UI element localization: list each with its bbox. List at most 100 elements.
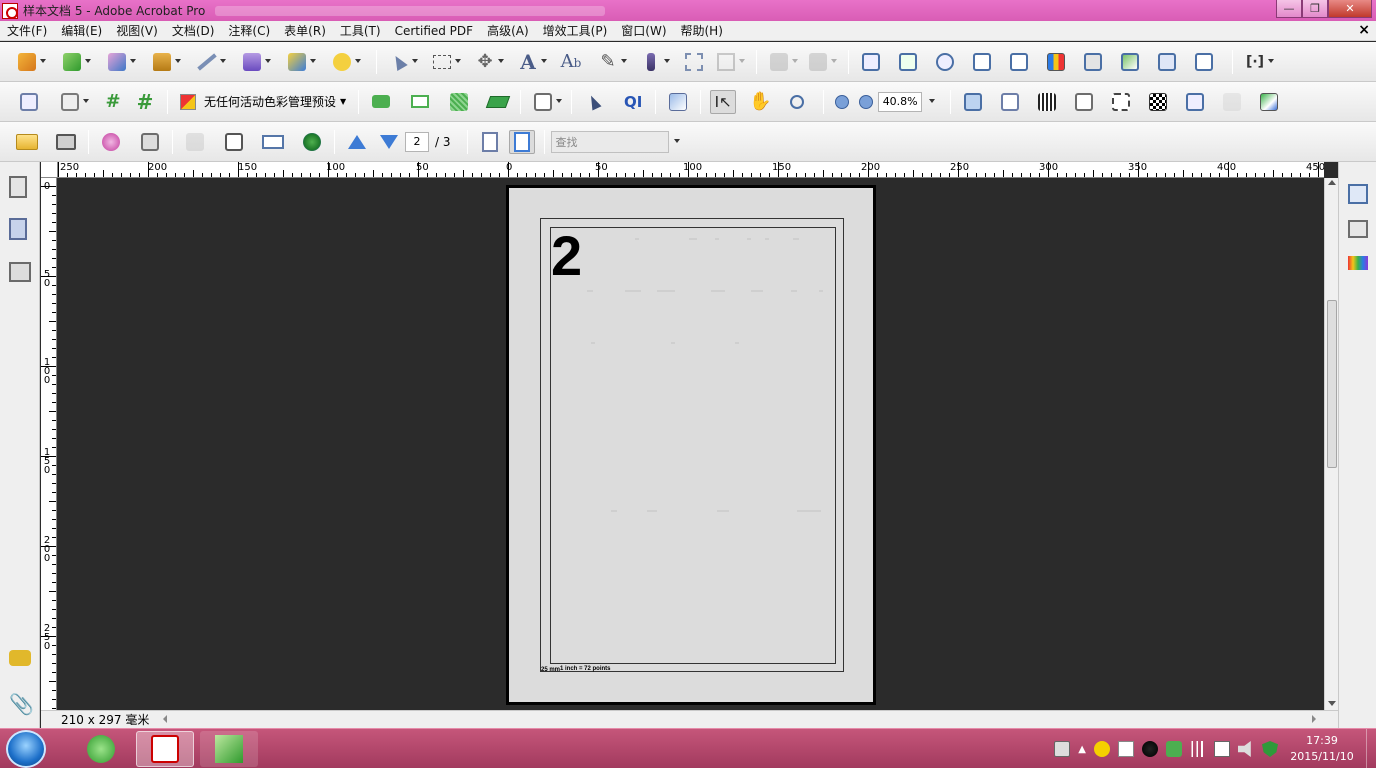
- volume-icon[interactable]: [1238, 741, 1251, 757]
- combine-files-button[interactable]: [59, 50, 91, 74]
- zoom-level-input[interactable]: 40.8%: [878, 91, 923, 112]
- vertical-scrollbar[interactable]: [1324, 178, 1338, 710]
- select-tool-button[interactable]: [581, 90, 607, 114]
- warning-button[interactable]: [1191, 50, 1217, 74]
- network-status-icon[interactable]: [1166, 741, 1182, 757]
- texture-button[interactable]: [446, 90, 472, 114]
- menu-certified-pdf[interactable]: Certified PDF: [388, 24, 481, 38]
- preview-button[interactable]: [858, 50, 884, 74]
- tray-app-icon[interactable]: [1118, 741, 1134, 757]
- start-button[interactable]: [6, 729, 46, 768]
- scroll-up-icon[interactable]: [1328, 180, 1336, 185]
- taskbar-acrobat[interactable]: [136, 730, 194, 767]
- expand-toolbar-button[interactable]: [·]: [1242, 50, 1274, 74]
- maximize-button[interactable]: ❐: [1302, 0, 1328, 18]
- show-desktop-button[interactable]: [1366, 729, 1376, 768]
- rotate-left-button[interactable]: [766, 50, 798, 74]
- email-button[interactable]: [98, 130, 124, 154]
- keyboard-icon[interactable]: [1054, 741, 1071, 757]
- crop-tool[interactable]: [681, 50, 707, 74]
- signatures-icon[interactable]: [9, 262, 31, 282]
- scrolling-mode-button[interactable]: [477, 130, 503, 154]
- bookmarks-icon[interactable]: [9, 218, 27, 240]
- upload-button[interactable]: [299, 130, 325, 154]
- color-bars-button[interactable]: [1043, 50, 1069, 74]
- printer-marks-button[interactable]: #: [132, 90, 158, 114]
- move-tool[interactable]: ✥: [472, 50, 504, 74]
- zoom-in-button[interactable]: [857, 90, 875, 114]
- create-pdf-button[interactable]: [14, 50, 46, 74]
- zoom-dropdown[interactable]: [925, 90, 937, 114]
- object-edit-tool[interactable]: ✎: [595, 50, 627, 74]
- document-viewport[interactable]: 2 1 inch = 72 points 25 mm: [58, 178, 1324, 710]
- select-object-tool[interactable]: [386, 50, 418, 74]
- menu-edit[interactable]: 编辑(E): [54, 22, 109, 39]
- minimize-button[interactable]: —: [1276, 0, 1302, 18]
- select-text-tool[interactable]: I↖: [710, 89, 737, 114]
- previous-page-button[interactable]: [344, 130, 370, 154]
- filter-button[interactable]: [1006, 50, 1032, 74]
- convert-colors-button[interactable]: [1256, 90, 1282, 114]
- marquee-tool[interactable]: [429, 50, 461, 74]
- crop-box-button[interactable]: [1108, 90, 1134, 114]
- signal-bars-icon[interactable]: [1190, 741, 1206, 757]
- output-preview-button[interactable]: [932, 50, 958, 74]
- grid-button[interactable]: #: [100, 90, 126, 114]
- attachments-paperclip-icon[interactable]: 📎: [9, 692, 34, 716]
- clock[interactable]: 17:39 2015/11/10: [1282, 733, 1362, 765]
- menu-plugins[interactable]: 增效工具(P): [536, 22, 615, 39]
- menu-document[interactable]: 文档(D): [165, 22, 222, 39]
- document-close-button[interactable]: ×: [1358, 22, 1370, 38]
- taskbar-sync-app[interactable]: [72, 731, 130, 767]
- comments-icon[interactable]: [9, 650, 31, 666]
- fit-window-button[interactable]: [508, 129, 535, 154]
- open-button[interactable]: [14, 130, 40, 154]
- menu-tools[interactable]: 工具(T): [333, 22, 388, 39]
- comment-button[interactable]: [329, 50, 361, 74]
- sign-button[interactable]: [194, 50, 226, 74]
- rotate-right-button[interactable]: [805, 50, 837, 74]
- scroll-left-icon[interactable]: [163, 715, 167, 723]
- print-preview-icon[interactable]: [1348, 220, 1368, 238]
- multimedia-button[interactable]: [284, 50, 316, 74]
- collaborate-button[interactable]: [104, 50, 136, 74]
- create-form-button[interactable]: [260, 130, 286, 154]
- settings-button[interactable]: [969, 50, 995, 74]
- print-button[interactable]: [53, 130, 79, 154]
- fix-hairlines-button[interactable]: [1182, 90, 1208, 114]
- qi-tool-button[interactable]: QI: [620, 90, 646, 114]
- text-touchup-tool[interactable]: A: [515, 50, 547, 74]
- export-button[interactable]: [997, 90, 1023, 114]
- menu-advanced[interactable]: 高级(A): [480, 22, 536, 39]
- transparency-button[interactable]: [1145, 90, 1171, 114]
- pdf-page[interactable]: 2 1 inch = 72 points 25 mm: [506, 185, 876, 705]
- fit-page-button[interactable]: [960, 90, 986, 114]
- page-number-input[interactable]: 2: [405, 131, 429, 152]
- scroll-thumb[interactable]: [1327, 300, 1337, 468]
- scroll-right-icon[interactable]: [1312, 715, 1316, 723]
- tray-expand-icon[interactable]: ▲: [1078, 744, 1086, 755]
- color-spectrum-icon[interactable]: [1348, 256, 1368, 270]
- color-management-dropdown[interactable]: 无任何活动色彩管理预设 ▼: [180, 93, 346, 110]
- comment-note-button[interactable]: [368, 90, 394, 114]
- menu-help[interactable]: 帮助(H): [674, 22, 730, 39]
- qq-penguin-icon[interactable]: [1142, 741, 1158, 757]
- menu-forms[interactable]: 表单(R): [277, 22, 333, 39]
- save-button[interactable]: [221, 130, 247, 154]
- pages-icon[interactable]: [9, 176, 27, 198]
- barcode-button[interactable]: [1034, 90, 1060, 114]
- pin-tool[interactable]: [638, 50, 670, 74]
- zoom-tool[interactable]: [784, 90, 810, 114]
- plus-circle-icon[interactable]: [1094, 741, 1110, 757]
- close-button[interactable]: ✕: [1328, 0, 1372, 18]
- print-production-button[interactable]: [1080, 50, 1106, 74]
- text-edit-tool[interactable]: Ab: [558, 50, 584, 74]
- shield-icon[interactable]: [1262, 741, 1278, 757]
- share-button[interactable]: [137, 130, 163, 154]
- search-dropdown[interactable]: [672, 130, 682, 154]
- page-boxes-button[interactable]: [57, 90, 89, 114]
- save-disabled-button[interactable]: [182, 130, 208, 154]
- menu-comments[interactable]: 注释(C): [221, 22, 277, 39]
- import-button[interactable]: [1219, 90, 1245, 114]
- edit-document-button[interactable]: [665, 90, 691, 114]
